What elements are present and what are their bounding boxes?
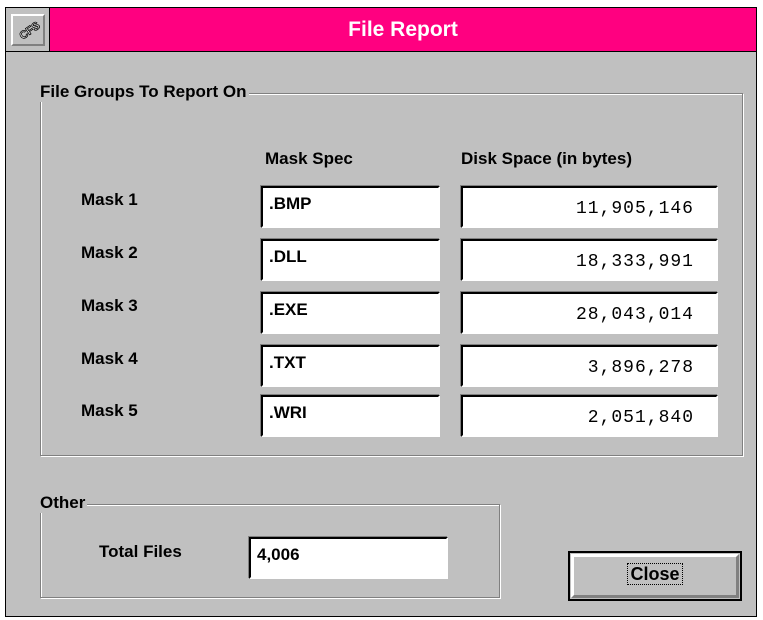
mask-2-spec-field[interactable]: .DLL xyxy=(261,239,440,281)
mask-3-space-field: 28,043,014 xyxy=(461,292,718,334)
file-report-window: CFS File Report File Groups To Report On… xyxy=(5,7,757,617)
system-menu-button[interactable]: CFS xyxy=(6,8,50,51)
title-bar: CFS File Report xyxy=(6,8,756,52)
mask-5-space-field: 2,051,840 xyxy=(461,395,718,437)
mask-4-space-field: 3,896,278 xyxy=(461,345,718,387)
total-files-field[interactable]: 4,006 xyxy=(249,537,448,579)
close-button[interactable]: Close xyxy=(568,551,742,601)
other-legend: Other xyxy=(38,493,88,513)
svg-text:CFS: CFS xyxy=(17,19,40,41)
mask-spec-header: Mask Spec xyxy=(265,149,353,168)
mask-3-label: Mask 3 xyxy=(81,296,138,315)
mask-3-spec-field[interactable]: .EXE xyxy=(261,292,440,334)
disk-space-header: Disk Space (in bytes) xyxy=(461,149,633,168)
window-title: File Report xyxy=(348,18,458,41)
mask-2-space-field: 18,333,991 xyxy=(461,239,718,281)
close-button-label: Close xyxy=(627,563,683,585)
mask-5-spec-field[interactable]: .WRI xyxy=(261,395,440,437)
mask-1-label: Mask 1 xyxy=(81,190,138,209)
mask-4-label: Mask 4 xyxy=(81,349,138,368)
mask-1-space-field: 11,905,146 xyxy=(461,186,718,228)
cfs-logo-icon: CFS xyxy=(17,19,41,42)
mask-4-spec-field[interactable]: .TXT xyxy=(261,345,440,387)
mask-5-label: Mask 5 xyxy=(81,401,138,420)
mask-2-label: Mask 2 xyxy=(81,243,138,262)
total-files-label: Total Files xyxy=(99,542,182,561)
file-groups-legend: File Groups To Report On xyxy=(38,82,249,102)
mask-1-spec-field[interactable]: .BMP xyxy=(261,186,440,228)
